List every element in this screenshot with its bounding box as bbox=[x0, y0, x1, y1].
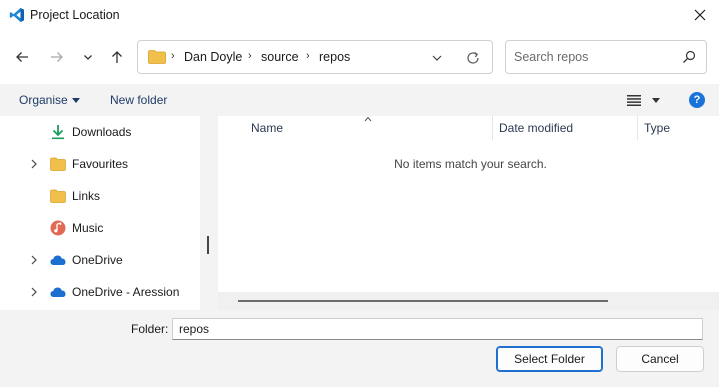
breadcrumb-item[interactable]: Dan Doyle bbox=[184, 50, 242, 64]
caret-down-icon[interactable] bbox=[652, 98, 660, 103]
arrow-left-icon bbox=[16, 52, 28, 62]
breadcrumb-separator: › bbox=[248, 50, 252, 62]
search-input[interactable] bbox=[514, 49, 674, 65]
close-icon bbox=[694, 9, 706, 21]
title-bar: Project Location bbox=[0, 0, 719, 30]
column-header-type[interactable]: Type bbox=[644, 121, 670, 135]
folder-icon bbox=[148, 50, 166, 64]
chevron-down-icon bbox=[84, 55, 92, 60]
vscode-icon bbox=[9, 8, 24, 22]
recent-locations-button[interactable] bbox=[78, 47, 98, 67]
cancel-button[interactable]: Cancel bbox=[616, 346, 704, 372]
arrow-up-icon bbox=[112, 51, 122, 63]
search-icon[interactable] bbox=[682, 50, 696, 64]
music-icon bbox=[50, 220, 66, 236]
refresh-icon[interactable] bbox=[465, 50, 481, 66]
chevron-right-icon[interactable] bbox=[30, 287, 38, 297]
sidebar-item-music[interactable]: Music bbox=[0, 212, 200, 244]
select-folder-button[interactable]: Select Folder bbox=[496, 346, 603, 372]
close-button[interactable] bbox=[685, 0, 715, 30]
address-bar[interactable]: › Dan Doyle › source › repos bbox=[137, 40, 493, 74]
folder-icon bbox=[50, 189, 66, 203]
sidebar-item-label: Links bbox=[72, 189, 101, 203]
pane-splitter[interactable] bbox=[200, 116, 218, 310]
chevron-right-icon[interactable] bbox=[30, 255, 38, 265]
sidebar-item-label: Downloads bbox=[72, 125, 132, 139]
column-divider[interactable] bbox=[637, 116, 638, 140]
column-divider[interactable] bbox=[492, 116, 493, 140]
breadcrumb-separator: › bbox=[306, 50, 310, 62]
breadcrumb-item[interactable]: repos bbox=[319, 50, 350, 64]
file-list-pane: Name Date modified Type No items match y… bbox=[218, 116, 719, 310]
sidebar-item-downloads[interactable]: Downloads bbox=[0, 116, 200, 148]
cloud-icon bbox=[50, 287, 66, 297]
up-button[interactable] bbox=[107, 47, 127, 67]
arrow-right-icon bbox=[51, 52, 63, 62]
empty-state-message: No items match your search. bbox=[394, 157, 547, 171]
back-button[interactable] bbox=[12, 47, 32, 67]
sidebar-item-label: Music bbox=[72, 221, 104, 235]
splitter-grip[interactable] bbox=[207, 236, 209, 254]
breadcrumb-item[interactable]: source bbox=[261, 50, 299, 64]
cloud-icon bbox=[50, 255, 66, 265]
sort-ascending-icon bbox=[364, 116, 372, 122]
caret-down-icon bbox=[72, 98, 80, 103]
folder-icon bbox=[50, 157, 66, 171]
sidebar-item-label: OneDrive bbox=[72, 253, 123, 267]
view-options-icon[interactable] bbox=[627, 95, 641, 106]
breadcrumb-separator: › bbox=[171, 50, 175, 62]
sidebar-item-label: OneDrive - Aression bbox=[72, 285, 180, 299]
sidebar-item-onedrive-aression[interactable]: OneDrive - Aression bbox=[0, 276, 200, 308]
command-bar: Organise New folder ? bbox=[0, 84, 719, 116]
chevron-down-icon[interactable] bbox=[430, 51, 444, 65]
folder-label: Folder: bbox=[131, 322, 169, 336]
folder-name-input[interactable] bbox=[172, 318, 703, 340]
navigation-pane: Downloads Favourites Links Music OneDriv… bbox=[0, 116, 200, 310]
sidebar-item-links[interactable]: Links bbox=[0, 180, 200, 212]
column-header-name[interactable]: Name bbox=[251, 121, 283, 135]
column-header-date-modified[interactable]: Date modified bbox=[499, 121, 573, 135]
organise-button[interactable]: Organise bbox=[19, 93, 68, 107]
new-folder-button[interactable]: New folder bbox=[110, 93, 167, 107]
window-title: Project Location bbox=[30, 8, 120, 22]
help-icon[interactable]: ? bbox=[689, 92, 705, 108]
scrollbar-thumb[interactable] bbox=[238, 300, 608, 302]
search-box bbox=[505, 40, 707, 74]
sidebar-item-onedrive[interactable]: OneDrive bbox=[0, 244, 200, 276]
sidebar-item-favourites[interactable]: Favourites bbox=[0, 148, 200, 180]
download-icon bbox=[52, 125, 64, 140]
dialog-footer: Folder: Select Folder Cancel bbox=[0, 310, 719, 387]
sidebar-item-label: Favourites bbox=[72, 157, 129, 171]
horizontal-scrollbar[interactable] bbox=[218, 292, 719, 310]
forward-button[interactable] bbox=[47, 47, 67, 67]
chevron-right-icon[interactable] bbox=[30, 159, 38, 169]
